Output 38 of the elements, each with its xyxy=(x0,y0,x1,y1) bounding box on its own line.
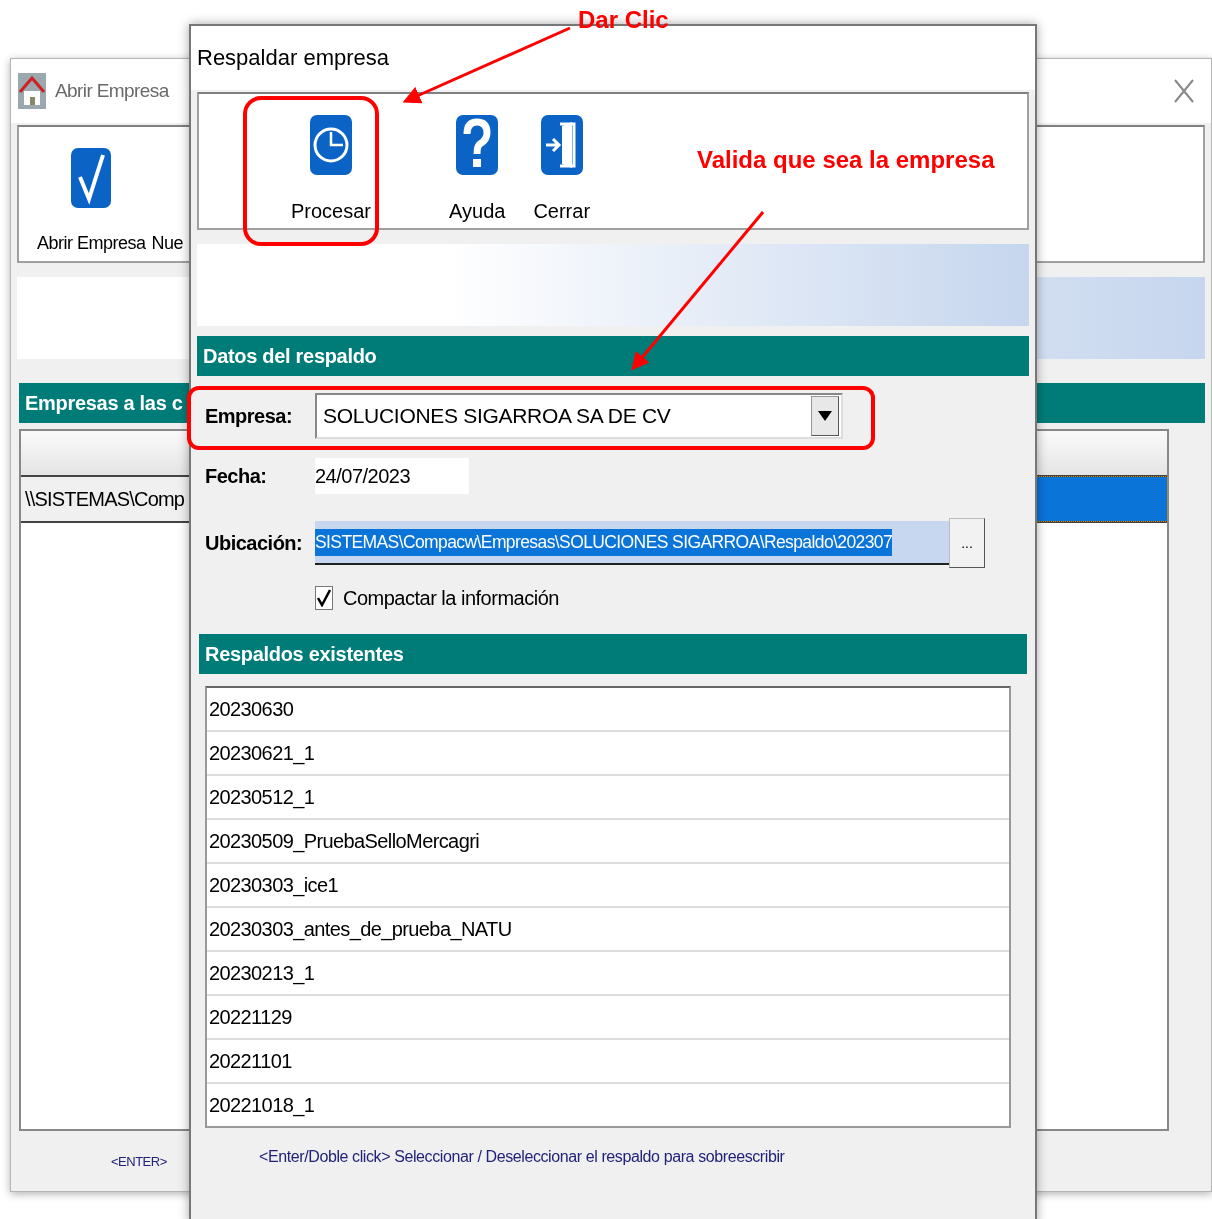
clock-icon xyxy=(309,114,353,176)
annotation-text: Valida que sea la empresa xyxy=(697,146,995,174)
list-item[interactable]: 20230512_1 xyxy=(207,776,1009,820)
checkbox-label[interactable]: Compactar la información xyxy=(343,586,559,610)
exit-door-icon xyxy=(539,114,584,176)
dropdown-arrow-icon[interactable] xyxy=(818,411,832,421)
section-header: Datos del respaldo xyxy=(197,336,1029,376)
location-field[interactable]: SISTEMAS\Compacw\Empresas\SOLUCIONES SIGARROA\Respaldo\202307 xyxy=(315,521,949,565)
company-dropdown[interactable]: SOLUCIONES SIGARROA SA DE CV xyxy=(315,393,843,439)
toolbar-button[interactable]: Abrir Empresa xyxy=(37,147,146,254)
list-item[interactable]: 20230303_ice1 xyxy=(207,864,1009,908)
window-title: Respaldar empresa xyxy=(197,45,389,71)
toolbar-button[interactable]: Cerrar xyxy=(533,114,591,223)
checkbox[interactable] xyxy=(315,586,333,610)
annotation-text: Dar Clic xyxy=(578,6,669,34)
field-label: Ubicación: xyxy=(205,531,304,555)
list-item[interactable]: 20230630 xyxy=(207,688,1009,732)
house-icon xyxy=(17,72,47,110)
shortcut-hint: <Enter/Doble click> Seleccionar / Deseleccionar el respaldo para sobreescribir xyxy=(259,1148,786,1166)
help-icon xyxy=(455,114,500,176)
browse-button[interactable]: ... xyxy=(949,518,985,568)
close-icon[interactable] xyxy=(1173,78,1195,104)
date-field[interactable]: 24/07/2023 xyxy=(315,458,469,494)
list-item[interactable]: 20221018_1 xyxy=(207,1084,1009,1126)
field-label: Fecha: xyxy=(205,464,268,488)
toolbar-button[interactable]: Ayuda xyxy=(449,114,506,223)
list-item[interactable]: 20230509_PruebaSelloMercagri xyxy=(207,820,1009,864)
section-header: Respaldos existentes xyxy=(199,634,1027,674)
window-title: Abrir Empresa xyxy=(55,80,169,102)
checkmark-icon xyxy=(70,147,113,209)
list-item[interactable]: 20230213_1 xyxy=(207,952,1009,996)
list-item[interactable]: 20221101 xyxy=(207,1040,1009,1084)
toolbar-button[interactable]: Procesar xyxy=(291,114,372,223)
list-item[interactable]: 20221129 xyxy=(207,996,1009,1040)
shortcut-hint: <ENTER> xyxy=(111,1153,167,1169)
toolbar-button[interactable]: Nue xyxy=(151,147,184,254)
list-item[interactable]: 20230621_1 xyxy=(207,732,1009,776)
list-item[interactable]: 20230303_antes_de_prueba_NATU xyxy=(207,908,1009,952)
